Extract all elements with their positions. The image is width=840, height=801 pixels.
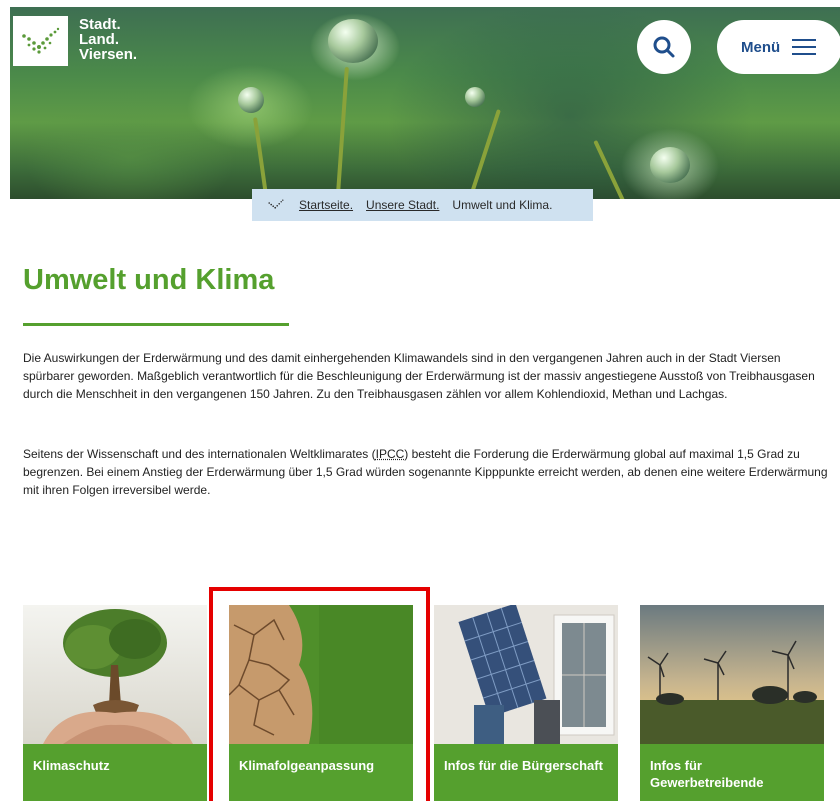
menu-button[interactable]: Menü (717, 20, 840, 74)
ipcc-abbreviation[interactable]: IPCC (376, 447, 405, 461)
card-image-solar-panel (434, 605, 618, 744)
breadcrumb-link-startseite[interactable]: Startseite. (299, 198, 353, 212)
card-infos-gewerbetreibende[interactable]: Infos für Gewerbetreibende (640, 605, 824, 801)
card-label: Klimaschutz (23, 744, 207, 801)
card-image-wind-turbines (640, 605, 824, 744)
page-title: Umwelt und Klima (23, 264, 275, 296)
logo-line-3: Viersen. (79, 46, 138, 63)
breadcrumb-link-unsere-stadt[interactable]: Unsere Stadt. (366, 198, 439, 212)
logo-wordmark[interactable]: Stadt. Land. Viersen. (79, 17, 137, 62)
breadcrumb-current: Umwelt und Klima. (452, 198, 553, 212)
menu-label: Menü (741, 38, 781, 56)
logo-line-2: Land. (79, 31, 119, 48)
hamburger-icon (792, 39, 817, 55)
logo-check-icon (21, 27, 59, 54)
card-image-tree (23, 605, 207, 744)
breadcrumb: Startseite. Unsere Stadt. Umwelt und Kli… (252, 189, 593, 221)
card-label: Infos für die Bürgerschaft (434, 744, 618, 801)
ipcc-text-before: Seitens der Wissenschaft und des interna… (23, 447, 376, 461)
card-klimaschutz[interactable]: Klimaschutz (23, 605, 207, 801)
search-icon (653, 36, 675, 58)
ipcc-paragraph: Seitens der Wissenschaft und des interna… (23, 445, 828, 499)
home-logo-icon[interactable] (266, 199, 286, 211)
logo-line-1: Stadt. (79, 16, 121, 33)
intro-paragraph: Die Auswirkungen der Erderwärmung und de… (23, 351, 815, 401)
selection-highlight (209, 587, 430, 801)
site-logo[interactable] (13, 16, 68, 66)
card-infos-buergerschaft[interactable]: Infos für die Bürgerschaft (434, 605, 618, 801)
card-label: Infos für Gewerbetreibende (640, 744, 824, 801)
search-button[interactable] (637, 20, 691, 74)
title-underline (23, 323, 289, 326)
